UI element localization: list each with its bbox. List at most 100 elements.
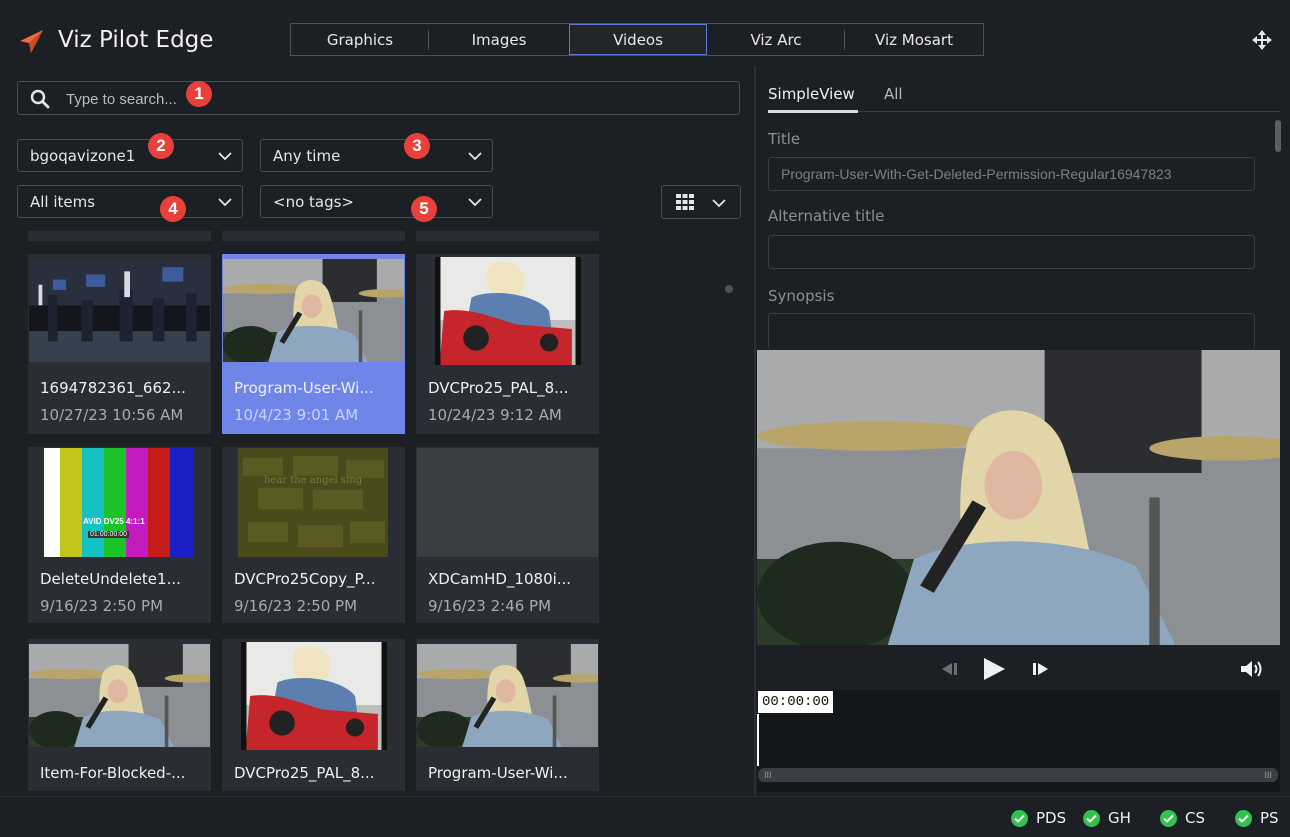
video-date: 9/16/23 2:50 PM <box>40 597 164 615</box>
video-card[interactable]: Item-For-Blocked-... <box>28 639 211 791</box>
video-thumbnail <box>223 259 404 362</box>
video-card[interactable]: hear the angel sing DVCPro25Copy_P... 9/… <box>222 447 405 623</box>
status-label: CS <box>1185 809 1205 827</box>
tab-videos[interactable]: Videos <box>569 24 707 55</box>
source-dropdown[interactable]: bgoqavizone1 <box>17 139 243 172</box>
video-thumbnail <box>29 259 210 362</box>
video-card[interactable]: Program-User-Wi... <box>416 639 599 791</box>
alternative-title-field[interactable] <box>768 235 1255 269</box>
search-box <box>17 81 740 115</box>
time-value: Any time <box>273 147 341 165</box>
scroll-handle-right-icon[interactable]: III <box>1264 770 1272 780</box>
chevron-down-icon <box>468 151 482 161</box>
tab-images[interactable]: Images <box>429 24 569 55</box>
status-cs: CS <box>1160 809 1205 827</box>
main-tabs: Graphics Images Videos Viz Arc Viz Mosar… <box>290 23 984 56</box>
video-date: 10/4/23 9:01 AM <box>234 406 359 424</box>
video-date: 9/16/23 2:46 PM <box>428 597 552 615</box>
volume-icon[interactable] <box>1239 658 1267 680</box>
video-name: 1694782361_662... <box>40 379 186 397</box>
app-title: Viz Pilot Edge <box>58 27 214 53</box>
tab-label: Videos <box>613 30 663 49</box>
video-card[interactable]: XDCamHD_1080i... 9/16/23 2:46 PM <box>416 447 599 623</box>
app-window: Viz Pilot Edge Graphics Images Videos Vi… <box>0 0 1290 837</box>
header: Viz Pilot Edge Graphics Images Videos Vi… <box>0 0 1290 66</box>
callout-badge-4: 4 <box>160 196 186 222</box>
synopsis-field[interactable] <box>768 313 1255 349</box>
callout-badge-1: 1 <box>186 81 212 107</box>
video-card[interactable]: DVCPro25_PAL_8... 10/24/23 9:12 AM <box>416 254 599 434</box>
thumbnail-timecode: 01:00:00:00 <box>88 531 129 538</box>
tags-dropdown[interactable]: <no tags> <box>260 185 493 218</box>
timeline[interactable]: 00:00:00 III III <box>757 690 1280 792</box>
video-name: DeleteUndelete1... <box>40 570 181 588</box>
step-forward-icon[interactable] <box>1032 661 1050 677</box>
video-preview <box>757 350 1280 645</box>
callout-badge-5: 5 <box>411 196 437 222</box>
card-partial <box>222 231 405 241</box>
video-thumbnail <box>238 448 388 557</box>
status-label: PDS <box>1036 809 1067 827</box>
thumbnail-caption: hear the angel sing <box>263 475 363 486</box>
tab-simpleview[interactable]: SimpleView <box>768 85 855 103</box>
status-label: PS <box>1260 809 1279 827</box>
timecode-display: 00:00:00 <box>758 691 834 713</box>
video-thumbnail <box>44 448 194 557</box>
status-bar: PDS GH CS PS <box>0 796 1290 837</box>
play-icon[interactable] <box>981 656 1007 682</box>
title-label: Title <box>768 130 801 148</box>
items-dropdown[interactable]: All items <box>17 185 243 218</box>
video-date: 9/16/23 2:50 PM <box>234 597 358 615</box>
video-card-selected[interactable]: Program-User-Wi... 10/4/23 9:01 AM <box>222 254 405 434</box>
chevron-down-icon <box>468 197 482 207</box>
video-date: 10/27/23 10:56 AM <box>40 406 184 424</box>
scroll-handle-left-icon[interactable]: III <box>764 770 772 780</box>
video-name: DVCPro25_PAL_8... <box>234 764 375 782</box>
viz-logo-icon <box>20 30 43 53</box>
video-name: Item-For-Blocked-... <box>40 764 186 782</box>
chevron-down-icon <box>218 197 232 207</box>
video-name: Program-User-Wi... <box>234 379 374 397</box>
check-circle-icon <box>1011 809 1028 827</box>
chevron-down-icon <box>712 198 726 208</box>
search-icon <box>30 89 50 109</box>
scroll-indicator[interactable] <box>725 285 733 293</box>
step-back-icon[interactable] <box>940 661 958 677</box>
tab-viz-mosart[interactable]: Viz Mosart <box>845 24 983 55</box>
card-partial <box>28 231 211 241</box>
video-card[interactable]: AVID DV25 4:1:1 01:00:00:00 DeleteUndele… <box>28 447 211 623</box>
panel-splitter[interactable] <box>754 66 756 796</box>
title-field[interactable]: Program-User-With-Get-Deleted-Permission… <box>768 157 1255 191</box>
video-card[interactable]: DVCPro25_PAL_8... <box>222 639 405 791</box>
search-input[interactable] <box>64 86 708 112</box>
details-scrollbar[interactable] <box>1275 120 1281 152</box>
video-grid: 1694782361_662... 10/27/23 10:56 AM Prog… <box>17 231 741 791</box>
grid-icon <box>676 194 694 210</box>
alternative-title-label: Alternative title <box>768 207 885 225</box>
timeline-scrollbar[interactable]: III III <box>758 768 1278 782</box>
tab-viz-arc[interactable]: Viz Arc <box>707 24 845 55</box>
status-label: GH <box>1108 809 1131 827</box>
title-value: Program-User-With-Get-Deleted-Permission… <box>781 166 1172 182</box>
playhead[interactable] <box>757 714 759 766</box>
video-date: 10/24/23 9:12 AM <box>428 406 562 424</box>
video-card[interactable]: 1694782361_662... 10/27/23 10:56 AM <box>28 254 211 434</box>
tab-graphics[interactable]: Graphics <box>291 24 429 55</box>
check-circle-icon <box>1160 809 1177 827</box>
move-icon[interactable] <box>1251 29 1273 51</box>
time-dropdown[interactable]: Any time <box>260 139 493 172</box>
video-name: DVCPro25_PAL_8... <box>428 379 569 397</box>
callout-badge-2: 2 <box>148 133 174 159</box>
source-value: bgoqavizone1 <box>30 147 136 165</box>
status-gh: GH <box>1083 809 1131 827</box>
video-thumbnail <box>417 448 598 557</box>
synopsis-label: Synopsis <box>768 287 835 305</box>
status-ps: PS <box>1235 809 1279 827</box>
video-thumbnail <box>241 642 387 750</box>
video-name: DVCPro25Copy_P... <box>234 570 376 588</box>
view-toggle-button[interactable] <box>661 185 741 219</box>
active-tab-indicator <box>768 110 858 113</box>
callout-badge-3: 3 <box>404 133 430 159</box>
video-name: XDCamHD_1080i... <box>428 570 572 588</box>
tab-all[interactable]: All <box>884 85 903 103</box>
